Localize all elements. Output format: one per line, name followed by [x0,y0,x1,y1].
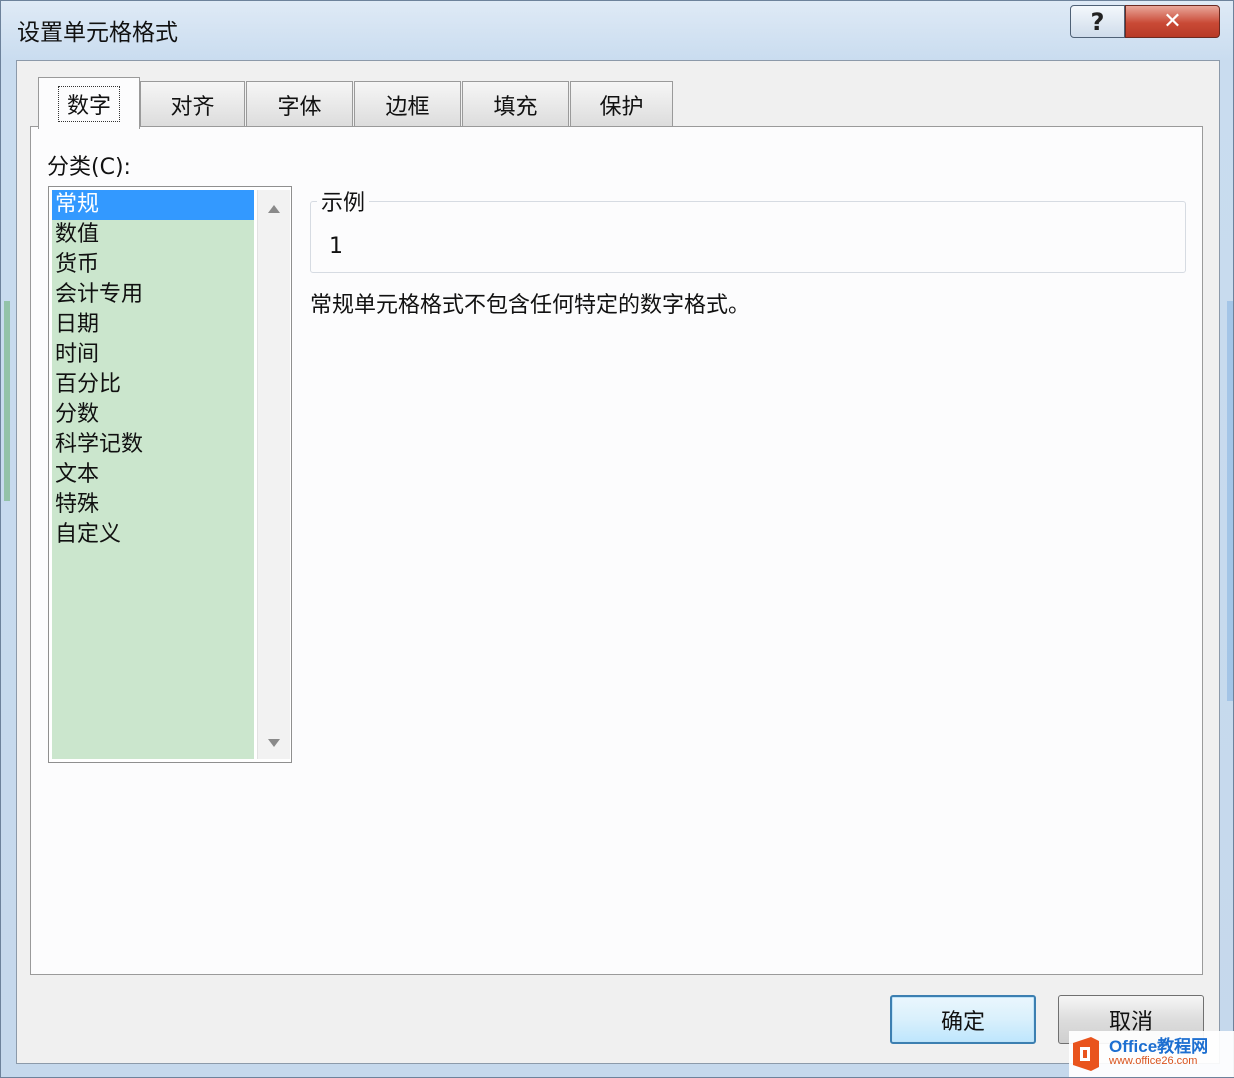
tab-label: 填充 [493,94,538,120]
watermark: Office教程网 www.office26.com [1069,1031,1234,1077]
tab-protection[interactable]: 保护 [570,81,673,127]
list-item[interactable]: 货币 [52,250,254,280]
tab-label: 边框 [385,94,430,120]
tab-alignment[interactable]: 对齐 [140,81,245,127]
list-item[interactable]: 会计专用 [52,280,254,310]
sample-value: 1 [329,234,343,259]
background-edge [1227,301,1233,701]
tab-label: 字体 [277,94,322,120]
category-scrollbar[interactable] [257,190,290,759]
tab-label: 保护 [599,94,644,120]
scroll-up-icon [268,205,280,213]
close-button[interactable]: ✕ [1125,5,1220,38]
ok-button[interactable]: 确定 [890,995,1036,1044]
category-label: 分类(C): [47,155,131,180]
tab-border[interactable]: 边框 [354,81,461,127]
list-item[interactable]: 数值 [52,220,254,250]
list-item[interactable]: 分数 [52,400,254,430]
watermark-url: www.office26.com [1109,1055,1198,1067]
list-item[interactable]: 特殊 [52,490,254,520]
office-logo-icon [1073,1037,1099,1071]
list-item[interactable]: 文本 [52,460,254,490]
list-item[interactable]: 常规 [52,190,254,220]
tab-panel-number: 分类(C): 常规 数值 货币 会计专用 日期 时间 百分比 分数 科学记数 文… [30,126,1203,975]
scroll-down-icon [268,739,280,747]
list-item[interactable]: 时间 [52,340,254,370]
list-item[interactable]: 日期 [52,310,254,340]
list-item[interactable]: 自定义 [52,520,254,550]
list-item[interactable]: 科学记数 [52,430,254,460]
ok-button-label: 确定 [940,1009,985,1035]
dialog-title: 设置单元格格式 [17,20,178,46]
tab-label: 对齐 [170,94,215,120]
tab-label: 数字 [57,85,120,122]
scroll-up-button[interactable] [258,196,290,222]
format-description: 常规单元格格式不包含任何特定的数字格式。 [310,293,751,318]
sample-legend: 示例 [317,185,370,217]
scroll-down-button[interactable] [258,730,290,756]
question-mark-icon: ? [1090,7,1105,36]
watermark-brand: Office教程网 [1109,1037,1209,1056]
dialog-client-area: 数字 对齐 字体 边框 填充 保护 分类(C): 常规 数值 货币 会计专用 日… [16,60,1220,1064]
tab-number[interactable]: 数字 [38,77,140,129]
background-edge [4,301,10,501]
category-listbox[interactable]: 常规 数值 货币 会计专用 日期 时间 百分比 分数 科学记数 文本 特殊 自定… [48,186,292,763]
category-list: 常规 数值 货币 会计专用 日期 时间 百分比 分数 科学记数 文本 特殊 自定… [52,190,254,759]
dialog-window: 设置单元格格式 ? ✕ 数字 对齐 字体 边框 填充 保护 分类(C): 常规 [0,0,1234,1078]
tab-fill[interactable]: 填充 [462,81,569,127]
help-button[interactable]: ? [1070,5,1125,38]
close-icon: ✕ [1163,9,1182,34]
sample-group: 示例 1 [310,185,1186,273]
tab-font[interactable]: 字体 [246,81,353,127]
list-item[interactable]: 百分比 [52,370,254,400]
